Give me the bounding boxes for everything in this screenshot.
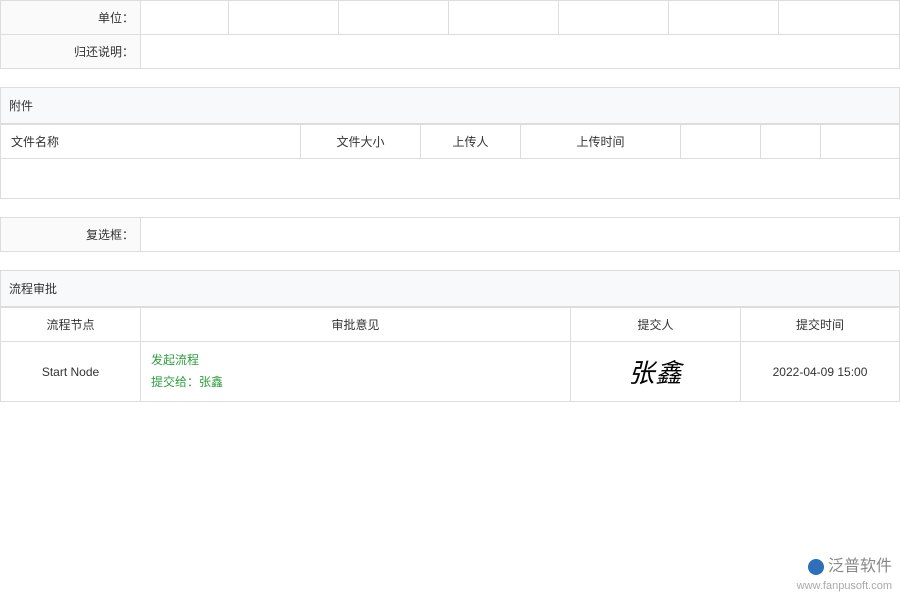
unit-cell-5[interactable]	[559, 1, 669, 35]
watermark: 泛普软件 www.fanpusoft.com	[797, 556, 892, 594]
approval-header-time: 提交时间	[741, 308, 900, 342]
top-form-table: 单位： 归还说明：	[0, 0, 900, 69]
attachments-empty-body	[0, 159, 900, 199]
attachments-title: 附件	[0, 87, 900, 124]
approval-node-cell: Start Node	[1, 342, 141, 402]
gap-2	[0, 199, 900, 217]
attachments-header-blank1	[681, 125, 761, 159]
return-desc-row: 归还说明：	[1, 35, 900, 69]
approval-submit-to-prefix: 提交给：	[151, 375, 199, 389]
attachments-table: 文件名称 文件大小 上传人 上传时间	[0, 124, 900, 159]
attachments-header-blank2	[761, 125, 821, 159]
approval-submit-to-name: 张鑫	[199, 375, 223, 389]
approval-comment-cell: 发起流程 提交给：张鑫	[141, 342, 571, 402]
return-desc-label: 归还说明：	[1, 35, 141, 69]
checkbox-label: 复选框：	[1, 218, 141, 252]
logo-icon	[808, 559, 824, 575]
attachments-header-uploadtime: 上传时间	[521, 125, 681, 159]
gap-3	[0, 252, 900, 270]
unit-cell-4[interactable]	[449, 1, 559, 35]
approval-header-comment: 审批意见	[141, 308, 571, 342]
approval-title: 流程审批	[0, 270, 900, 307]
watermark-url: www.fanpusoft.com	[797, 579, 892, 594]
attachments-header-filename: 文件名称	[1, 125, 301, 159]
approval-table: 流程节点 审批意见 提交人 提交时间 Start Node 发起流程 提交给：张…	[0, 307, 900, 402]
checkbox-table: 复选框：	[0, 217, 900, 252]
attachments-header-filesize: 文件大小	[301, 125, 421, 159]
watermark-brand-text: 泛普软件	[828, 556, 892, 578]
approval-action: 发起流程	[151, 353, 199, 367]
approval-header-node: 流程节点	[1, 308, 141, 342]
unit-cell-7[interactable]	[779, 1, 900, 35]
unit-cell-2[interactable]	[229, 1, 339, 35]
attachments-header-blank3	[821, 125, 900, 159]
watermark-brand: 泛普软件	[797, 556, 892, 578]
attachments-header-uploader: 上传人	[421, 125, 521, 159]
approval-header-row: 流程节点 审批意见 提交人 提交时间	[1, 308, 900, 342]
approval-header-submitter: 提交人	[571, 308, 741, 342]
unit-cell-3[interactable]	[339, 1, 449, 35]
approval-data-row: Start Node 发起流程 提交给：张鑫 张鑫 2022-04-09 15:…	[1, 342, 900, 402]
approval-time-cell: 2022-04-09 15:00	[741, 342, 900, 402]
unit-cell-1[interactable]	[141, 1, 229, 35]
gap-1	[0, 69, 900, 87]
submitter-signature: 张鑫	[628, 359, 682, 388]
approval-submitter-cell: 张鑫	[571, 342, 741, 402]
unit-label: 单位：	[1, 1, 141, 35]
attachments-header-row: 文件名称 文件大小 上传人 上传时间	[1, 125, 900, 159]
checkbox-cell[interactable]	[141, 218, 900, 252]
checkbox-row: 复选框：	[1, 218, 900, 252]
unit-row: 单位：	[1, 1, 900, 35]
unit-cell-6[interactable]	[669, 1, 779, 35]
return-desc-cell[interactable]	[141, 35, 900, 69]
